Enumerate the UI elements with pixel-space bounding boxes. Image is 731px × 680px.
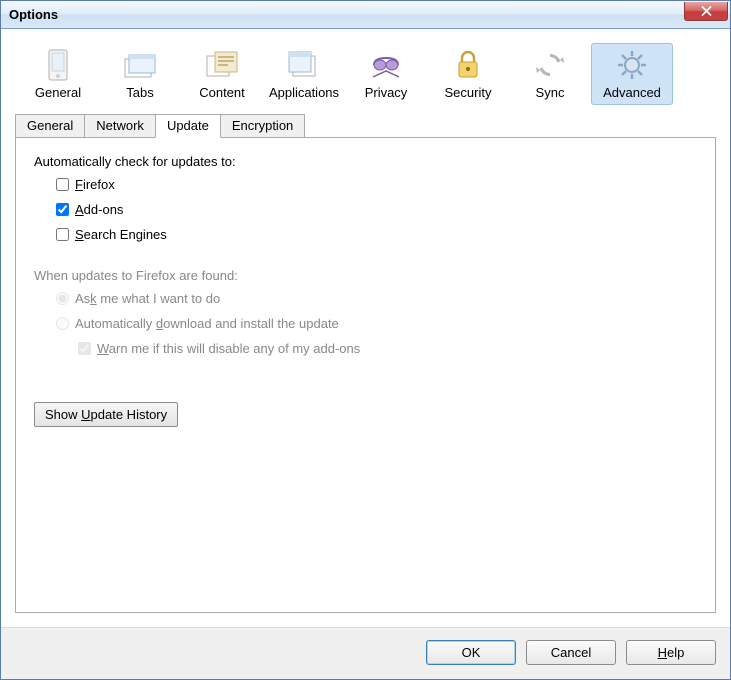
check-search-row[interactable]: Search Engines	[56, 227, 697, 242]
applications-icon	[286, 48, 322, 82]
advanced-panel: General Network Update Encryption Automa…	[15, 113, 716, 613]
show-update-history-button[interactable]: Show Update History	[34, 402, 178, 427]
category-tabs[interactable]: Tabs	[99, 43, 181, 105]
options-window: Options General Tabs C	[0, 0, 731, 680]
check-warn-row: Warn me if this will disable any of my a…	[78, 341, 697, 356]
updates-found-heading: When updates to Firefox are found:	[34, 268, 697, 283]
category-applications[interactable]: Applications	[263, 43, 345, 105]
radio-ask-label: Ask me what I want to do	[75, 291, 220, 306]
subtab-encryption[interactable]: Encryption	[220, 114, 305, 138]
content-icon	[204, 48, 240, 82]
sync-icon	[532, 48, 568, 82]
category-privacy[interactable]: Privacy	[345, 43, 427, 105]
window-title: Options	[9, 7, 58, 22]
category-label: Applications	[269, 85, 339, 100]
security-icon	[450, 48, 486, 82]
help-button[interactable]: Help	[626, 640, 716, 665]
check-firefox-row[interactable]: Firefox	[56, 177, 697, 192]
ok-button[interactable]: OK	[426, 640, 516, 665]
category-label: General	[35, 85, 81, 100]
category-advanced[interactable]: Advanced	[591, 43, 673, 105]
close-button[interactable]	[684, 2, 728, 21]
subtab-strip: General Network Update Encryption	[15, 113, 716, 137]
close-icon	[701, 6, 712, 16]
check-addons-label: Add-ons	[75, 202, 123, 217]
auto-check-heading: Automatically check for updates to:	[34, 154, 697, 169]
tabs-icon	[122, 48, 158, 82]
check-firefox[interactable]	[56, 178, 69, 191]
category-label: Security	[445, 85, 492, 100]
check-firefox-label: Firefox	[75, 177, 115, 192]
titlebar: Options	[1, 1, 730, 29]
advanced-icon	[614, 48, 650, 82]
category-security[interactable]: Security	[427, 43, 509, 105]
general-icon	[40, 48, 76, 82]
subtab-general[interactable]: General	[15, 114, 85, 138]
radio-auto-row: Automatically download and install the u…	[56, 316, 697, 331]
check-addons[interactable]	[56, 203, 69, 216]
radio-ask-row: Ask me what I want to do	[56, 291, 697, 306]
check-warn	[78, 342, 91, 355]
radio-auto-label: Automatically download and install the u…	[75, 316, 339, 331]
check-warn-label: Warn me if this will disable any of my a…	[97, 341, 360, 356]
category-general[interactable]: General	[17, 43, 99, 105]
category-content[interactable]: Content	[181, 43, 263, 105]
subtab-update[interactable]: Update	[155, 114, 221, 138]
category-label: Privacy	[365, 85, 408, 100]
check-search-label: Search Engines	[75, 227, 167, 242]
category-toolbar: General Tabs Content Applications	[11, 39, 720, 107]
subtab-network[interactable]: Network	[84, 114, 156, 138]
updates-found-section: When updates to Firefox are found: Ask m…	[34, 268, 697, 356]
category-label: Advanced	[603, 85, 661, 100]
update-tab-body: Automatically check for updates to: Fire…	[15, 137, 716, 613]
check-addons-row[interactable]: Add-ons	[56, 202, 697, 217]
dialog-button-bar: OK Cancel Help	[1, 627, 730, 679]
cancel-button[interactable]: Cancel	[526, 640, 616, 665]
radio-ask	[56, 292, 69, 305]
category-label: Sync	[536, 85, 565, 100]
content-area: General Tabs Content Applications	[1, 29, 730, 627]
category-sync[interactable]: Sync	[509, 43, 591, 105]
category-label: Content	[199, 85, 245, 100]
check-search-engines[interactable]	[56, 228, 69, 241]
radio-auto	[56, 317, 69, 330]
privacy-icon	[368, 48, 404, 82]
category-label: Tabs	[126, 85, 153, 100]
